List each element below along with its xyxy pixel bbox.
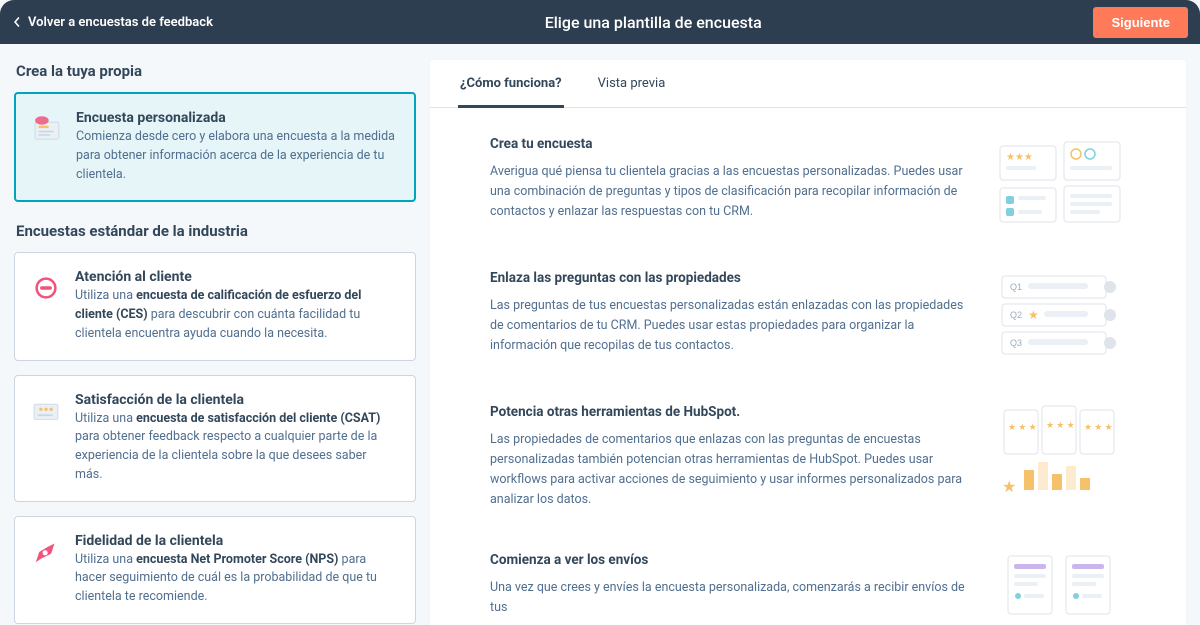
template-card-ces[interactable]: Atención al cliente Utiliza una encuesta … bbox=[14, 252, 416, 360]
how-step-4: Comienza a ver los envíos Una vez que cre… bbox=[490, 552, 1158, 625]
card-title: Fidelidad de la clientela bbox=[75, 533, 397, 549]
how-step-illustration: Q1 Q2 ★ Q3 bbox=[994, 270, 1124, 362]
how-step-desc: Averigua qué piensa tu clientela gracias… bbox=[490, 162, 970, 222]
how-step-desc: Una vez que crees y envíes la encuesta p… bbox=[490, 578, 970, 618]
template-card-csat[interactable]: Satisfacción de la clientela Utiliza una … bbox=[14, 375, 416, 502]
how-step-illustration bbox=[994, 552, 1124, 625]
how-step-illustration: ★ ★ ★ ★ ★ ★ ★ ★ ★ ★ bbox=[994, 404, 1124, 496]
how-step-title: Crea tu encuesta bbox=[490, 136, 970, 152]
how-it-works-content: Crea tu encuesta Averigua qué piensa tu c… bbox=[430, 108, 1186, 625]
template-card-nps[interactable]: Fidelidad de la clientela Utiliza una enc… bbox=[14, 516, 416, 624]
tab-how-it-works[interactable]: ¿Cómo funciona? bbox=[458, 60, 564, 108]
svg-text:★★★: ★★★ bbox=[1006, 152, 1033, 163]
card-desc: Comienza desde cero y elabora una encues… bbox=[76, 128, 396, 184]
page-title: Elige una plantilla de encuesta bbox=[545, 13, 762, 32]
svg-text:Q2: Q2 bbox=[1010, 310, 1022, 320]
survey-custom-icon bbox=[30, 112, 64, 146]
svg-text:★ ★ ★: ★ ★ ★ bbox=[1046, 421, 1075, 431]
next-button[interactable]: Siguiente bbox=[1093, 7, 1188, 38]
svg-text:★ ★ ★: ★ ★ ★ bbox=[1008, 423, 1037, 433]
svg-text:★ ★ ★: ★ ★ ★ bbox=[1084, 423, 1113, 433]
template-card-custom[interactable]: Encuesta personalizada Comienza desde ce… bbox=[14, 92, 416, 202]
card-desc: Utiliza una encuesta de calificación de … bbox=[75, 287, 397, 343]
back-link[interactable]: Volver a encuestas de feedback bbox=[12, 15, 213, 30]
card-title: Atención al cliente bbox=[75, 269, 397, 285]
card-title: Satisfacción de la clientela bbox=[75, 392, 397, 408]
chevron-left-icon bbox=[12, 17, 22, 27]
svg-text:Q1: Q1 bbox=[1010, 282, 1022, 292]
card-desc: Utiliza una encuesta de satisfacción del… bbox=[75, 410, 397, 485]
how-step-illustration: ★★★ bbox=[994, 136, 1124, 228]
svg-text:★: ★ bbox=[1028, 308, 1039, 322]
how-step-title: Comienza a ver los envíos bbox=[490, 552, 970, 568]
card-title: Encuesta personalizada bbox=[76, 110, 396, 126]
detail-panel: ¿Cómo funciona? Vista previa Crea tu enc… bbox=[430, 60, 1186, 625]
svg-text:Q3: Q3 bbox=[1010, 338, 1022, 348]
how-step-title: Potencia otras herramientas de HubSpot. bbox=[490, 404, 970, 420]
how-step-desc: Las preguntas de tus encuestas personali… bbox=[490, 296, 970, 356]
create-own-heading: Crea la tuya propia bbox=[16, 62, 416, 80]
back-link-label: Volver a encuestas de feedback bbox=[28, 15, 213, 30]
svg-text:★: ★ bbox=[1002, 477, 1016, 496]
tabs: ¿Cómo funciona? Vista previa bbox=[430, 60, 1186, 108]
ces-icon bbox=[29, 271, 63, 305]
nps-icon bbox=[29, 535, 63, 569]
how-step-2: Enlaza las preguntas con las propiedades… bbox=[490, 270, 1158, 362]
how-step-1: Crea tu encuesta Averigua qué piensa tu c… bbox=[490, 136, 1158, 228]
standard-heading: Encuestas estándar de la industria bbox=[16, 222, 416, 240]
card-desc: Utiliza una encuesta Net Promoter Score … bbox=[75, 551, 397, 607]
how-step-3: Potencia otras herramientas de HubSpot. L… bbox=[490, 404, 1158, 510]
app-header: Volver a encuestas de feedback Elige una… bbox=[0, 0, 1200, 44]
how-step-title: Enlaza las preguntas con las propiedades bbox=[490, 270, 970, 286]
csat-icon bbox=[29, 394, 63, 428]
how-step-desc: Las propiedades de comentarios que enlaz… bbox=[490, 430, 970, 510]
template-sidebar: Crea la tuya propia Encuesta personaliza… bbox=[0, 44, 430, 625]
tab-preview[interactable]: Vista previa bbox=[596, 60, 668, 108]
